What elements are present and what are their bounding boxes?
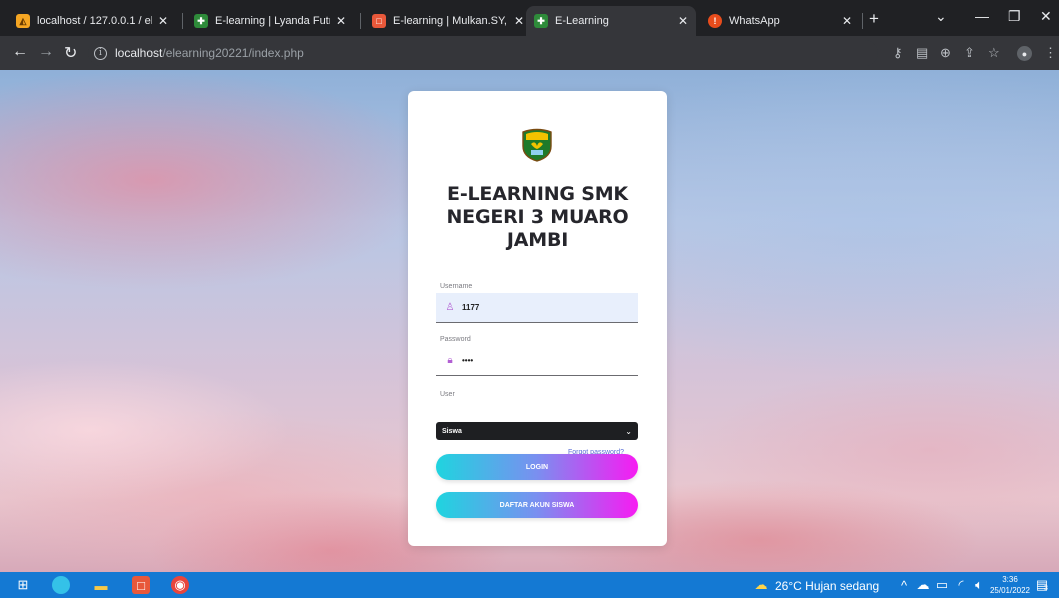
chevron-up-icon[interactable]: ^ <box>895 576 913 594</box>
clock-time[interactable]: 3:36 <box>990 575 1030 584</box>
new-tab-icon[interactable]: + <box>869 9 879 29</box>
close-icon[interactable]: ✕ <box>514 14 524 28</box>
notification-count: 3 <box>1044 585 1048 592</box>
wifi-icon[interactable]: ◜ <box>952 576 970 594</box>
tab-search-icon[interactable]: ⌄ <box>935 8 947 25</box>
tab-label: localhost / 127.0.0.1 / elernin <box>37 15 152 27</box>
tab-phpmyadmin[interactable]: ◭ localhost / 127.0.0.1 / elernin ✕ <box>8 6 176 36</box>
tab-elearning-mulkan[interactable]: □ E-learning | Mulkan.SY, S.Kor ✕ <box>364 6 532 36</box>
user-type-value: Siswa <box>442 427 462 435</box>
close-icon[interactable]: ✕ <box>842 14 852 28</box>
browser-tab-strip: ◭ localhost / 127.0.0.1 / elernin ✕ ✚ E-… <box>0 0 1059 36</box>
weather-icon[interactable]: ☁ <box>752 576 770 594</box>
tab-label: E-Learning <box>555 15 609 27</box>
tab-separator <box>182 13 183 29</box>
password-field[interactable]: 🔒︎ •••• <box>436 346 638 376</box>
url-host: localhost <box>115 46 163 60</box>
close-icon[interactable]: ✕ <box>158 14 168 28</box>
menu-icon[interactable]: ⋮ <box>1044 45 1057 61</box>
edge-browser-icon[interactable] <box>52 576 70 594</box>
back-icon[interactable]: ← <box>12 43 28 61</box>
close-icon[interactable]: ✕ <box>678 14 688 28</box>
address-bar[interactable]: i localhost /elearning20221/index.php <box>88 40 878 66</box>
network-icon[interactable]: ▭ <box>933 576 951 594</box>
login-button[interactable]: LOGIN <box>436 454 638 480</box>
user-type-select[interactable]: Siswa ⌄ <box>436 422 638 440</box>
username-value: 1177 <box>462 303 480 312</box>
password-label: Password <box>440 336 471 343</box>
username-field[interactable]: ♙ 1177 <box>436 293 638 323</box>
lock-icon: 🔒︎ <box>447 355 453 366</box>
whatsapp-notification-icon: ! <box>708 14 722 28</box>
username-label: Username <box>440 283 473 290</box>
share-icon[interactable]: ⇪ <box>964 45 975 61</box>
cloud-icon[interactable]: ☁ <box>914 576 932 594</box>
title-line: NEGERI 3 MUARO <box>446 206 629 228</box>
title-line: E-LEARNING SMK <box>447 183 628 205</box>
tab-label: E-learning | Lyanda Futra <box>215 15 330 27</box>
title-line: JAMBI <box>506 229 569 251</box>
tab-label: WhatsApp <box>729 15 780 27</box>
zoom-icon[interactable]: ⊕ <box>940 45 951 61</box>
weather-text[interactable]: 26°C Hujan sedang <box>775 579 879 593</box>
tab-elearning-active[interactable]: ✚ E-Learning ✕ <box>526 6 696 36</box>
tab-label: E-learning | Mulkan.SY, S.Kor <box>393 15 508 27</box>
user-type-label: User <box>440 391 455 398</box>
file-explorer-icon[interactable]: ▬ <box>92 576 110 594</box>
school-logo <box>522 128 552 162</box>
tab-separator <box>862 13 863 29</box>
taskbar: ⊞ ▬ □ ◉ ☁ 26°C Hujan sedang ^ ☁ ▭ ◜ 🔈︎ 3… <box>0 572 1059 598</box>
windows-start-icon[interactable]: ⊞ <box>14 576 32 594</box>
close-icon[interactable]: ✕ <box>336 14 346 28</box>
user-icon: ♙ <box>445 302 455 313</box>
bookmark-star-icon[interactable]: ☆ <box>988 45 1000 61</box>
reload-icon[interactable]: ↻ <box>64 43 77 63</box>
translate-icon[interactable]: ▤ <box>916 45 928 61</box>
orange-app-icon[interactable]: □ <box>132 576 150 594</box>
url-path: /elearning20221/index.php <box>162 46 304 60</box>
login-card: E-LEARNING SMK NEGERI 3 MUARO JAMBI User… <box>408 91 667 546</box>
chrome-icon[interactable]: ◉ <box>171 576 189 594</box>
key-icon[interactable]: ⚷ <box>893 45 903 61</box>
tab-whatsapp[interactable]: ! WhatsApp ✕ <box>700 6 860 36</box>
tab-elearning-lyanda[interactable]: ✚ E-learning | Lyanda Futra ✕ <box>186 6 354 36</box>
register-student-button[interactable]: DAFTAR AKUN SISWA <box>436 492 638 518</box>
chevron-down-icon: ⌄ <box>625 426 632 436</box>
orange-app-icon: □ <box>372 14 386 28</box>
phpmyadmin-icon: ◭ <box>16 14 30 28</box>
forward-icon[interactable]: → <box>38 43 54 61</box>
password-value: •••• <box>462 356 474 365</box>
browser-toolbar: ← → ↻ i localhost /elearning20221/index.… <box>0 36 1059 70</box>
school-logo-icon: ✚ <box>194 14 208 28</box>
restore-icon[interactable]: ❐ <box>1008 8 1021 25</box>
tab-separator <box>360 13 361 29</box>
profile-icon[interactable]: ● <box>1017 46 1032 61</box>
site-info-icon[interactable]: i <box>94 46 107 60</box>
minimize-icon[interactable]: — <box>975 8 989 24</box>
page-background: E-LEARNING SMK NEGERI 3 MUARO JAMBI User… <box>0 70 1059 572</box>
school-logo-icon: ✚ <box>534 14 548 28</box>
login-title: E-LEARNING SMK NEGERI 3 MUARO JAMBI <box>408 183 667 252</box>
close-window-icon[interactable]: ✕ <box>1040 8 1052 25</box>
